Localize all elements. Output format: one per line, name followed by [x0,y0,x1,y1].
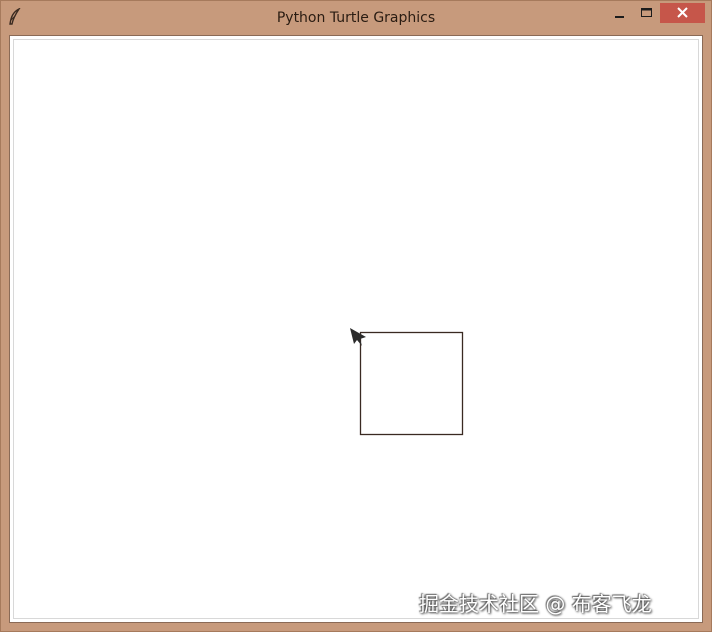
window-title: Python Turtle Graphics [276,10,436,26]
minimize-button[interactable] [607,3,633,23]
close-icon [660,3,705,23]
minimize-icon [607,3,633,23]
turtle-canvas[interactable] [13,39,699,619]
turtle-window: Python Turtle Graphics 掘金技术社区 @ 布客飞龙 [0,0,712,632]
watermark-text: 掘金技术社区 @ 布客飞龙 [419,592,652,616]
turtle-drawing [350,328,464,436]
turtle-cursor-icon [350,328,366,346]
close-button[interactable] [660,3,705,23]
maximize-button[interactable] [633,3,659,23]
square-path [359,331,464,436]
title-bar[interactable]: Python Turtle Graphics [1,1,711,34]
maximize-icon [633,3,659,23]
client-area [9,35,703,623]
